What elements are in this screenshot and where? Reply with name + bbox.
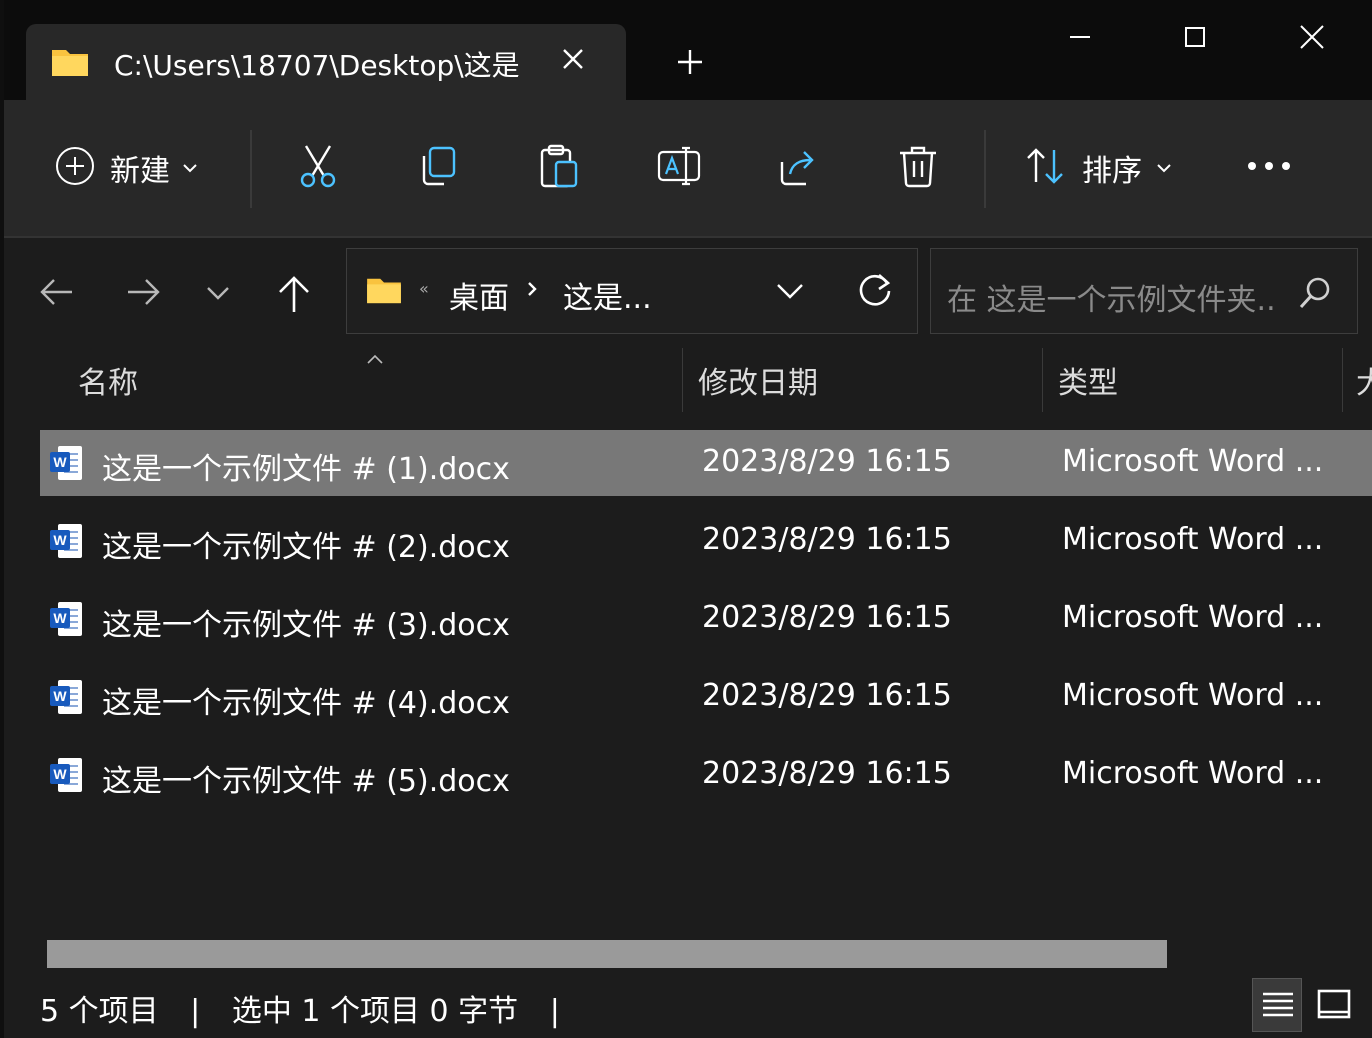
file-type: Microsoft Word ... [1062,522,1324,557]
toolbar-divider [984,130,986,208]
chevron-down-icon [182,159,198,178]
new-label: 新建 [110,154,170,189]
close-window-icon[interactable] [1282,14,1342,60]
column-header-type[interactable]: 类型 [1058,358,1118,402]
search-box[interactable]: 在 这是一个示例文件夹... [930,248,1358,334]
share-button[interactable] [776,140,820,196]
rename-icon [656,144,702,192]
large-icons-view-button[interactable] [1308,978,1358,1032]
file-row[interactable]: W 这是一个示例文件 # (3).docx 2023/8/29 16:15 Mi… [40,586,1372,652]
command-bar: 新建 排序 [4,100,1372,238]
file-type: Microsoft Word ... [1062,678,1324,713]
svg-text:W: W [53,688,67,704]
column-header-size[interactable]: 大 [1356,358,1372,402]
details-view-button[interactable] [1252,978,1302,1032]
column-divider[interactable] [1342,348,1343,412]
sort-button[interactable]: 排序 [1024,140,1172,196]
column-divider[interactable] [682,348,683,412]
new-button[interactable]: 新建 [54,140,198,196]
file-date-modified: 2023/8/29 16:15 [702,678,952,713]
breadcrumb-desktop[interactable]: 桌面 [449,273,509,317]
word-document-icon: W [50,444,84,486]
recent-locations-chevron-icon[interactable] [204,282,232,306]
file-row[interactable]: W 这是一个示例文件 # (5).docx 2023/8/29 16:15 Mi… [40,742,1372,808]
file-name: 这是一个示例文件 # (1).docx [102,452,510,487]
word-document-icon: W [50,522,84,564]
file-type: Microsoft Word ... [1062,444,1324,479]
sort-ascending-indicator-icon [366,350,384,369]
copy-icon [416,144,460,192]
close-tab-icon[interactable] [556,42,590,76]
word-document-icon: W [50,678,84,720]
file-row[interactable]: W 这是一个示例文件 # (1).docx 2023/8/29 16:15 Mi… [40,430,1372,496]
word-document-icon: W [50,756,84,798]
up-arrow-icon[interactable] [274,274,314,318]
column-header-date-modified[interactable]: 修改日期 [698,358,818,402]
maximize-icon[interactable] [1164,14,1224,60]
breadcrumb-overflow[interactable]: « [419,279,429,298]
paste-icon [536,142,580,194]
status-divider: | [549,994,560,1029]
more-options-button[interactable] [1244,140,1294,196]
file-type: Microsoft Word ... [1062,756,1324,791]
word-document-icon: W [50,600,84,642]
file-name: 这是一个示例文件 # (3).docx [102,608,510,643]
share-icon [776,144,820,192]
sort-label: 排序 [1082,154,1142,189]
search-input[interactable]: 在 这是一个示例文件夹... [947,275,1277,319]
toolbar-divider [250,130,252,208]
column-divider[interactable] [1042,348,1043,412]
address-bar[interactable]: « 桌面 这是... [346,248,918,334]
tiles-view-icon [1316,988,1352,1026]
file-row[interactable]: W 这是一个示例文件 # (2).docx 2023/8/29 16:15 Mi… [40,508,1372,574]
breadcrumb-current-folder[interactable]: 这是... [563,273,652,317]
file-date-modified: 2023/8/29 16:15 [702,522,952,557]
horizontal-scrollbar-thumb[interactable] [47,940,1167,968]
file-name: 这是一个示例文件 # (4).docx [102,686,510,721]
chevron-down-icon [1156,159,1172,178]
svg-text:W: W [53,454,67,470]
file-date-modified: 2023/8/29 16:15 [702,600,952,635]
delete-icon [896,143,940,193]
file-date-modified: 2023/8/29 16:15 [702,444,952,479]
svg-text:W: W [53,610,67,626]
cut-button[interactable] [296,140,340,196]
selection-info: 选中 1 个项目 0 字节 [231,994,519,1029]
folder-icon [365,275,403,309]
copy-button[interactable] [416,140,460,196]
refresh-icon[interactable] [855,271,895,315]
tab-current-folder[interactable]: C:\Users\18707\Desktop\这是 [26,24,626,100]
back-arrow-icon[interactable] [36,274,76,314]
new-tab-icon[interactable] [672,44,708,80]
file-explorer-window: C:\Users\18707\Desktop\这是 新建 排序 « 桌面 这是.… [4,0,1372,1038]
search-icon[interactable] [1297,275,1333,315]
title-bar: C:\Users\18707\Desktop\这是 [4,0,1372,100]
status-bar: 5 个项目 | 选中 1 个项目 0 字节 | [40,986,560,1030]
svg-text:W: W [53,766,67,782]
details-view-icon [1261,991,1295,1025]
file-name: 这是一个示例文件 # (5).docx [102,764,510,799]
breadcrumb-chevron-icon[interactable] [525,279,539,303]
file-date-modified: 2023/8/29 16:15 [702,756,952,791]
file-row[interactable]: W 这是一个示例文件 # (4).docx 2023/8/29 16:15 Mi… [40,664,1372,730]
sort-icon [1024,144,1068,192]
plus-circle-icon [54,145,96,191]
rename-button[interactable] [656,140,702,196]
more-icon [1244,156,1294,180]
minimize-icon[interactable] [1050,14,1110,60]
svg-text:W: W [53,532,67,548]
navigation-bar: « 桌面 这是... 在 这是一个示例文件夹... [4,238,1372,348]
paste-button[interactable] [536,140,580,196]
column-header-name[interactable]: 名称 [78,358,138,402]
address-dropdown-chevron-icon[interactable] [775,281,805,305]
tab-title: C:\Users\18707\Desktop\这是 [114,49,520,82]
delete-button[interactable] [896,140,940,196]
forward-arrow-icon[interactable] [124,274,164,314]
item-count: 5 个项目 [40,994,159,1029]
file-name: 这是一个示例文件 # (2).docx [102,530,510,565]
cut-icon [296,142,340,194]
folder-icon [50,46,90,82]
file-type: Microsoft Word ... [1062,600,1324,635]
status-divider: | [190,994,201,1029]
